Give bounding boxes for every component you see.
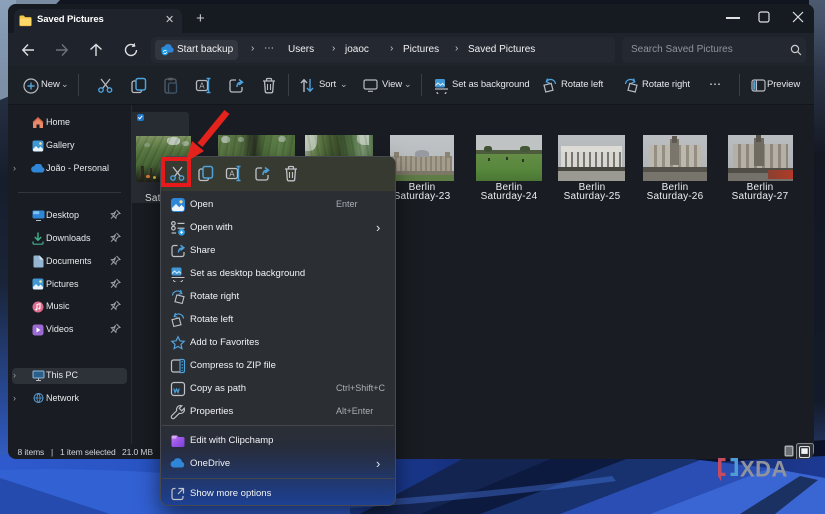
svg-text:A: A bbox=[199, 82, 205, 91]
svg-text:A: A bbox=[229, 169, 235, 178]
svg-text:XDA: XDA bbox=[740, 457, 788, 482]
